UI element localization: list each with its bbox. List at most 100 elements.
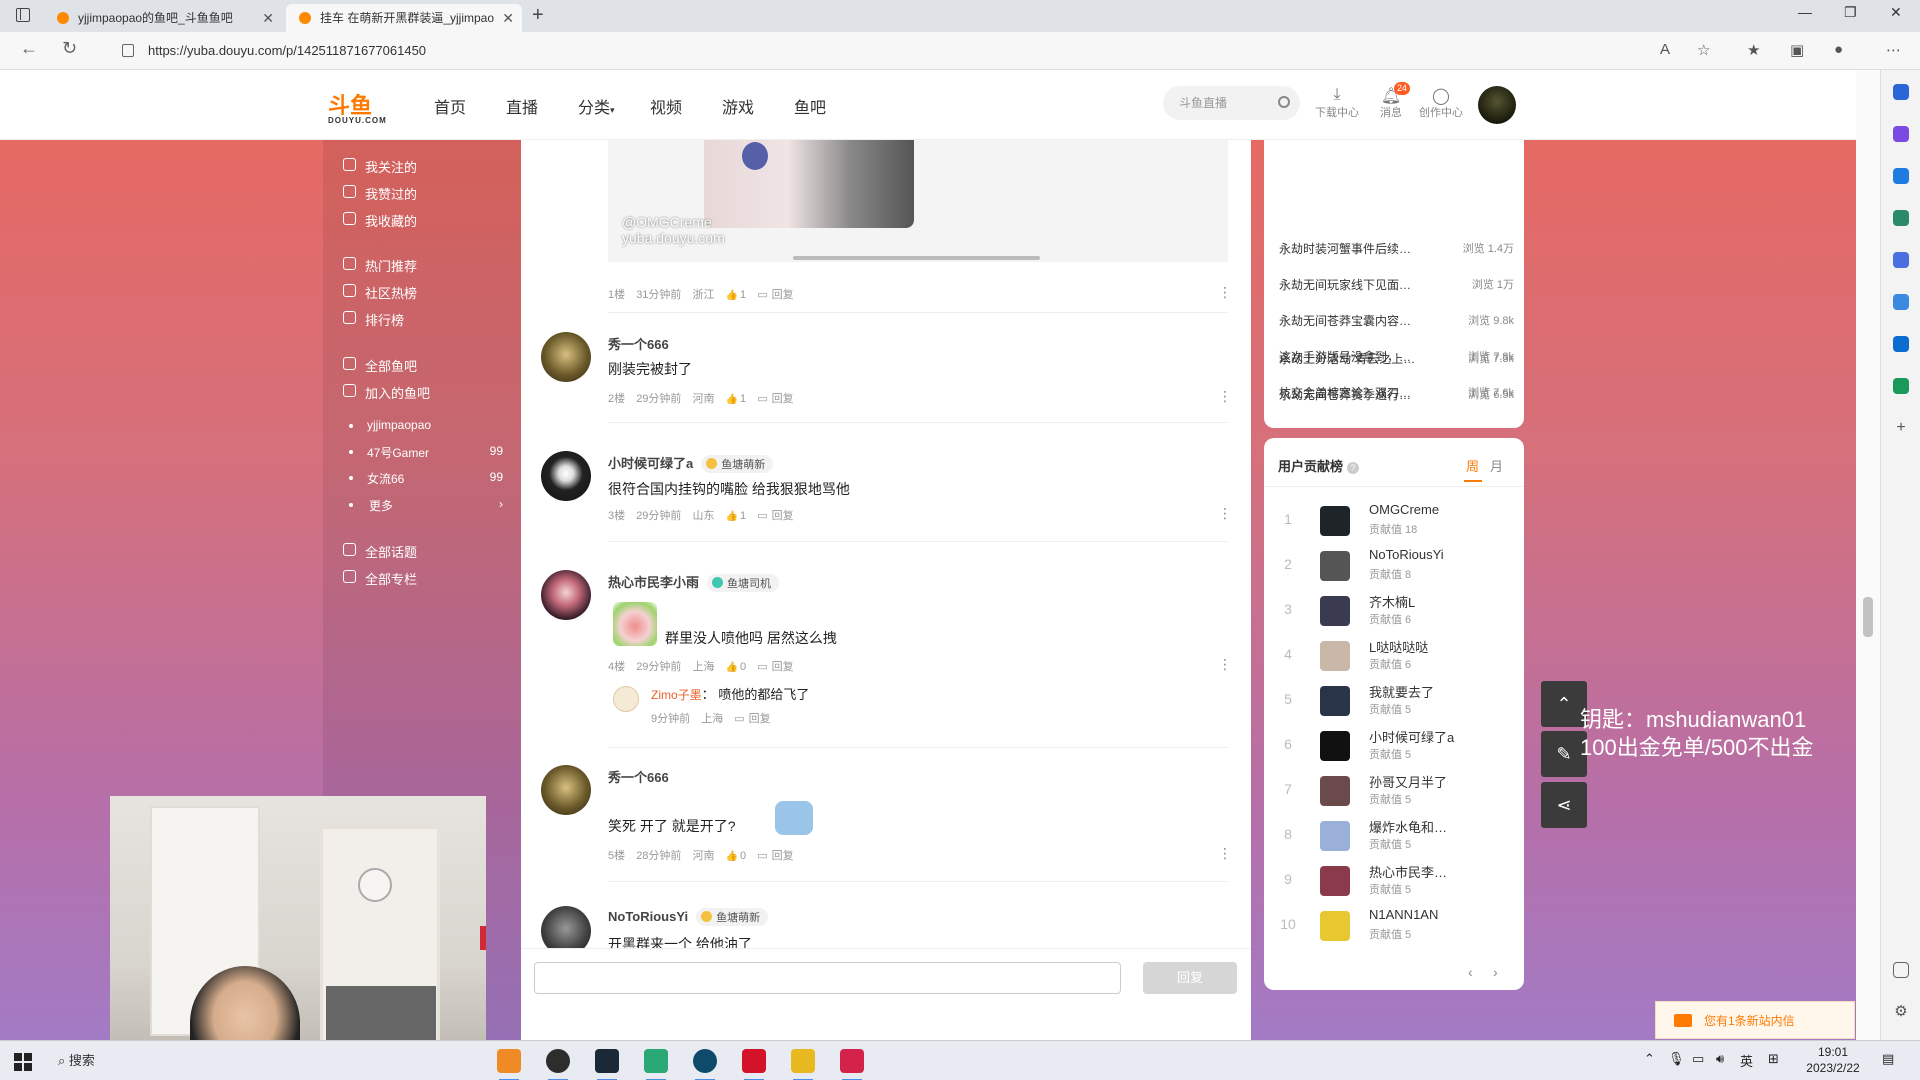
tools-icon[interactable] xyxy=(1893,210,1909,226)
prev-page-icon[interactable]: ‹ xyxy=(1468,964,1473,980)
reply-avatar[interactable] xyxy=(613,686,639,712)
input-language[interactable]: 英 xyxy=(1740,1051,1753,1070)
nav-ranking[interactable]: 排行榜 xyxy=(343,310,404,329)
reply-username[interactable]: Zimo子墨 xyxy=(651,688,702,702)
read-aloud-icon[interactable]: A xyxy=(1660,41,1670,58)
sticker-image[interactable] xyxy=(613,602,657,646)
nav-video[interactable]: 视频 xyxy=(650,94,682,118)
nav-community-hot[interactable]: 社区热榜 xyxy=(343,283,417,302)
like-button[interactable]: 0 xyxy=(726,661,747,673)
settings-icon[interactable]: ⚙ xyxy=(1893,1004,1909,1020)
add-icon[interactable]: + xyxy=(1893,420,1909,436)
microphone-icon[interactable]: 🎙︎ xyxy=(1668,1051,1685,1067)
nav-live[interactable]: 直播 xyxy=(506,94,538,118)
contributor-row[interactable]: 8 爆炸水龟和… 贡献值 5 xyxy=(1279,815,1509,855)
reply-button[interactable]: 回复 xyxy=(757,510,793,522)
hot-post-item[interactable]: 永劫无间苍莽赛季通行… 浏览 6.5k xyxy=(1279,386,1514,403)
reply-button[interactable]: 回复 xyxy=(757,289,793,301)
nav-following[interactable]: 我关注的 xyxy=(343,157,417,176)
avatar[interactable] xyxy=(541,765,591,815)
minimize-icon[interactable]: — xyxy=(1798,4,1812,20)
next-page-icon[interactable]: › xyxy=(1493,964,1498,980)
taskbar-app-icon[interactable] xyxy=(546,1049,570,1080)
contributor-row[interactable]: 5 我就要去了 贡献值 5 xyxy=(1279,680,1509,720)
contributor-row[interactable]: 9 热心市民李… 贡献值 5 xyxy=(1279,860,1509,900)
tree-icon[interactable] xyxy=(1893,378,1909,394)
collections-icon[interactable]: ▣ xyxy=(1790,41,1804,59)
more-options-icon[interactable]: ⋮ xyxy=(1218,505,1232,522)
reply-button[interactable]: 回复 xyxy=(757,393,793,405)
help-icon[interactable]: ? xyxy=(1347,462,1360,474)
nav-hot[interactable]: 热门推荐 xyxy=(343,256,417,275)
hot-post-item[interactable]: 永劫上分活动"青云之上… 浏览 7.3k xyxy=(1279,350,1514,367)
tab-actions-icon[interactable] xyxy=(16,8,30,22)
reply-button[interactable]: 回复 xyxy=(734,713,770,725)
nav-category[interactable]: 分类▾ xyxy=(578,94,615,118)
nav-joined-yuba[interactable]: 加入的鱼吧 xyxy=(343,383,430,402)
close-tab-icon[interactable]: ✕ xyxy=(502,4,514,32)
username[interactable]: NoToRiousYi xyxy=(608,909,688,924)
refresh-icon[interactable]: ↻ xyxy=(62,38,77,59)
submit-reply-button[interactable]: 回复 xyxy=(1143,962,1237,994)
shopping-icon[interactable] xyxy=(1893,168,1909,184)
taskbar-app-icon[interactable] xyxy=(742,1049,766,1080)
nav-liked[interactable]: 我赞过的 xyxy=(343,184,417,203)
contributor-row[interactable]: 7 孙哥又月半了 贡献值 5 xyxy=(1279,770,1509,810)
joined-yuba-item[interactable]: yjjimpaopao xyxy=(347,418,503,432)
page-scrollbar[interactable] xyxy=(1856,70,1880,1048)
nav-favorites[interactable]: 我收藏的 xyxy=(343,211,417,230)
reply-button[interactable]: 回复 xyxy=(757,661,793,673)
nav-all-yuba[interactable]: 全部鱼吧 xyxy=(343,356,417,375)
contributor-row[interactable]: 4 L哒哒哒哒 贡献值 6 xyxy=(1279,635,1509,675)
taskbar-app-icon[interactable] xyxy=(791,1049,815,1080)
taskbar-app-icon[interactable] xyxy=(840,1049,864,1080)
favorite-add-icon[interactable]: ☆ xyxy=(1697,41,1710,59)
sticker-image[interactable] xyxy=(775,801,813,835)
discover-icon[interactable] xyxy=(1893,126,1909,142)
contributor-row[interactable]: 10 N1ANN1AN 贡献值 5 xyxy=(1279,905,1509,945)
split-screen-icon[interactable] xyxy=(1893,962,1909,978)
address-bar[interactable]: https://yuba.douyu.com/p/142511871677061… xyxy=(110,37,1710,65)
windows-start-icon[interactable] xyxy=(14,1053,32,1071)
taskbar-app-icon[interactable] xyxy=(644,1049,668,1080)
volume-icon[interactable]: 🔊︎ xyxy=(1716,1051,1724,1067)
favorites-icon[interactable]: ★ xyxy=(1747,41,1760,59)
nav-yuba[interactable]: 鱼吧 xyxy=(794,94,826,118)
more-options-icon[interactable]: ⋮ xyxy=(1218,388,1232,405)
post-image[interactable]: @OMGCreme yuba.douyu.com xyxy=(608,140,1228,262)
taskbar-search[interactable]: ⌕ 搜索 xyxy=(58,1050,95,1069)
share-icon[interactable]: ⋖ xyxy=(1541,782,1587,828)
close-window-icon[interactable]: ✕ xyxy=(1890,4,1902,21)
taskbar-app-icon[interactable] xyxy=(693,1049,717,1080)
contributor-row[interactable]: 6 小时候可绿了a 贡献值 5 xyxy=(1279,725,1509,765)
back-icon[interactable]: ← xyxy=(20,38,38,59)
scrollbar-thumb[interactable] xyxy=(1863,597,1873,637)
ime-icon[interactable]: ⊞ xyxy=(1768,1051,1779,1067)
reply-button[interactable]: 回复 xyxy=(757,850,793,862)
more-options-icon[interactable]: ⋮ xyxy=(1218,845,1232,862)
nav-home[interactable]: 首页 xyxy=(434,94,466,118)
browser-tab-1[interactable]: yjjimpaopao的鱼吧_斗鱼鱼吧 ✕ xyxy=(44,4,282,32)
new-message-toast[interactable]: 您有1条新站内信 xyxy=(1655,1001,1855,1039)
like-button[interactable]: 1 xyxy=(726,289,747,301)
nav-all-columns[interactable]: 全部专栏 xyxy=(343,569,417,588)
douyu-logo[interactable]: 斗鱼 DOUYU.COM xyxy=(328,88,387,125)
tray-chevron-icon[interactable]: ⌃ xyxy=(1644,1051,1655,1067)
contributor-row[interactable]: 2 NoToRiousYi 贡献值 8 xyxy=(1279,545,1509,585)
like-button[interactable]: 1 xyxy=(726,510,747,522)
taskbar-app-icon[interactable] xyxy=(497,1049,521,1080)
contributor-row[interactable]: 1 OMGCreme 贡献值 18 xyxy=(1279,500,1509,540)
avatar[interactable] xyxy=(541,451,591,501)
taskbar-clock[interactable]: 19:01 2023/2/22 xyxy=(1798,1044,1868,1076)
more-options-icon[interactable]: ⋮ xyxy=(1218,656,1232,673)
office-icon[interactable] xyxy=(1893,294,1909,310)
more-menu-icon[interactable]: ⋯ xyxy=(1886,41,1901,59)
like-button[interactable]: 1 xyxy=(726,393,747,405)
tab-week[interactable]: 周 xyxy=(1466,456,1479,475)
username[interactable]: 秀一个666 xyxy=(608,767,669,786)
steam-icon[interactable] xyxy=(595,1049,619,1080)
profile-icon[interactable]: ● xyxy=(1834,41,1843,58)
avatar[interactable] xyxy=(541,332,591,382)
network-icon[interactable]: ▭ xyxy=(1692,1051,1704,1067)
nav-games[interactable]: 游戏 xyxy=(722,94,754,118)
